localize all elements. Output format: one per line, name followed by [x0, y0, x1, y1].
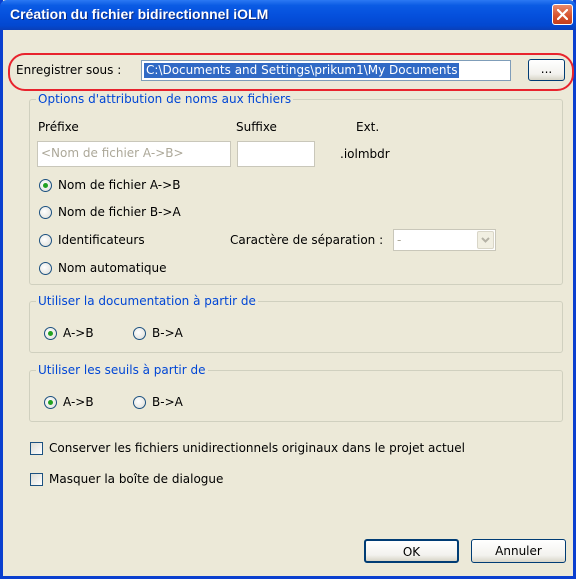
save-path-value: C:\Documents and Settings\prikum1\My Doc…: [144, 63, 460, 78]
close-button[interactable]: [552, 4, 573, 25]
prefix-label: Préfixe: [38, 120, 79, 134]
radio-automatic-name[interactable]: [39, 262, 52, 275]
radio-doc-b-a[interactable]: [133, 327, 146, 340]
radio-thresholds-a-b-label: A->B: [63, 395, 94, 409]
radio-thresholds-a-b[interactable]: [44, 396, 57, 409]
radio-thresholds-b-a[interactable]: [133, 396, 146, 409]
chevron-down-icon: [481, 237, 490, 243]
window-title: Création du fichier bidirectionnel iOLM: [10, 6, 269, 22]
naming-options-group: Options d'attribution de noms aux fichie…: [29, 92, 563, 285]
suffix-label: Suffixe: [236, 120, 277, 134]
radio-filename-b-a-label: Nom de fichier B->A: [58, 205, 181, 219]
documentation-legend: Utiliser la documentation à partir de: [36, 294, 258, 308]
naming-options-legend: Options d'attribution de noms aux fichie…: [36, 92, 294, 106]
keep-originals-label: Conserver les fichiers unidirectionnels …: [49, 441, 465, 455]
radio-automatic-name-label: Nom automatique: [58, 261, 167, 275]
select-arrow[interactable]: [477, 231, 494, 249]
thresholds-group: Utiliser les seuils à partir de: [29, 363, 563, 422]
save-as-label: Enregistrer sous :: [16, 63, 122, 77]
radio-filename-b-a[interactable]: [39, 206, 52, 219]
cancel-button[interactable]: Annuler: [471, 539, 566, 563]
ok-button[interactable]: OK: [364, 539, 459, 563]
prefix-input[interactable]: <Nom de fichier A->B>: [37, 141, 231, 167]
radio-identifiers-label: Identificateurs: [58, 233, 145, 247]
close-icon: [557, 9, 568, 20]
thresholds-legend: Utiliser les seuils à partir de: [36, 363, 208, 377]
extension-value: .iolmbdr: [340, 147, 390, 161]
keep-originals-checkbox[interactable]: [30, 442, 43, 455]
title-bar[interactable]: Création du fichier bidirectionnel iOLM: [0, 0, 576, 30]
radio-thresholds-b-a-label: B->A: [152, 395, 183, 409]
radio-filename-a-b[interactable]: [39, 179, 52, 192]
browse-button[interactable]: ...: [528, 59, 565, 81]
save-path-field[interactable]: C:\Documents and Settings\prikum1\My Doc…: [141, 60, 511, 81]
separator-label: Caractère de séparation :: [230, 233, 384, 247]
separator-select[interactable]: -: [393, 229, 496, 251]
hide-dialog-checkbox[interactable]: [30, 473, 43, 486]
radio-filename-a-b-label: Nom de fichier A->B: [58, 178, 181, 192]
radio-doc-b-a-label: B->A: [152, 326, 183, 340]
radio-doc-a-b[interactable]: [44, 327, 57, 340]
hide-dialog-label: Masquer la boîte de dialogue: [49, 472, 224, 486]
documentation-group: Utiliser la documentation à partir de: [29, 294, 563, 353]
radio-identifiers[interactable]: [39, 234, 52, 247]
separator-value: -: [397, 233, 402, 247]
extension-label: Ext.: [356, 120, 380, 134]
radio-doc-a-b-label: A->B: [63, 326, 94, 340]
suffix-input[interactable]: [237, 141, 315, 167]
